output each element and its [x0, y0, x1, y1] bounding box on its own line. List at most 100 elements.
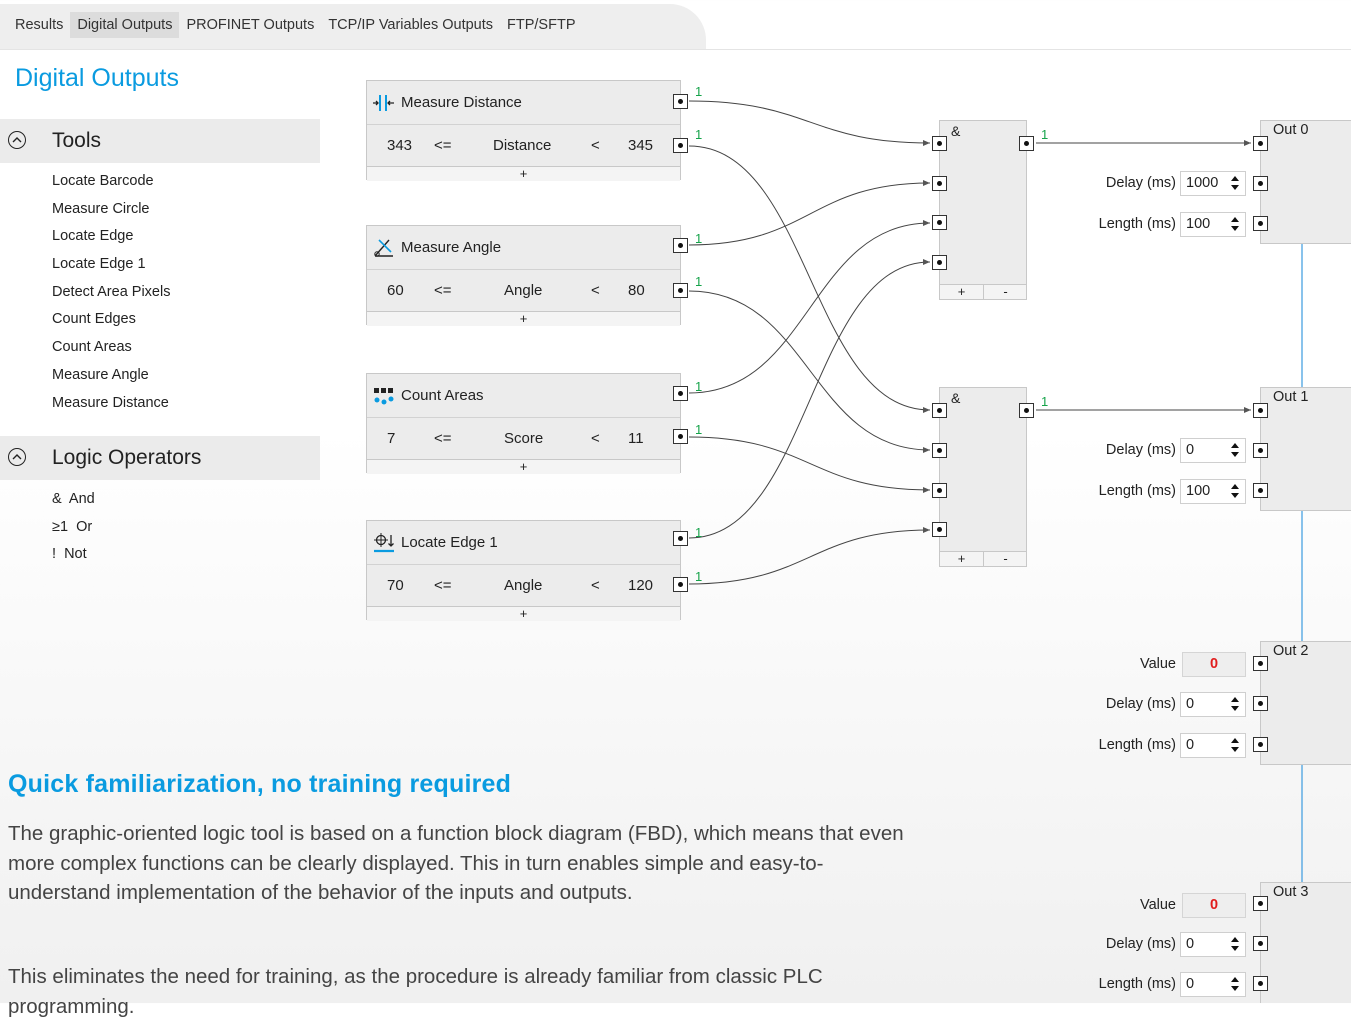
output-port[interactable]: [673, 138, 688, 153]
input-port[interactable]: [1253, 136, 1268, 151]
add-condition-button[interactable]: +: [367, 459, 680, 474]
delay-stepper[interactable]: 0: [1180, 932, 1246, 957]
output-block-out3[interactable]: Out 3: [1260, 882, 1351, 1003]
delay-stepper[interactable]: 1000: [1180, 171, 1246, 196]
delay-port[interactable]: [1253, 176, 1268, 191]
delay-value[interactable]: 0: [1186, 696, 1194, 712]
delay-port[interactable]: [1253, 936, 1268, 951]
condition-parameter[interactable]: Distance: [493, 137, 551, 154]
tool-block-title: Count Areas: [367, 374, 680, 418]
tool-block-measure-distance[interactable]: Measure Distance 343 <= Distance < 345 +: [366, 80, 681, 181]
length-port[interactable]: [1253, 976, 1268, 991]
stepper-arrows-icon[interactable]: [1230, 175, 1240, 191]
value-label: Value: [1139, 897, 1176, 913]
input-port[interactable]: [932, 215, 947, 230]
stepper-arrows-icon[interactable]: [1230, 216, 1240, 232]
condition-max[interactable]: 345: [628, 137, 653, 154]
output-block-out1[interactable]: Out 1: [1260, 387, 1351, 511]
add-input-button[interactable]: +: [940, 284, 983, 299]
stepper-arrows-icon[interactable]: [1230, 696, 1240, 712]
output-port[interactable]: [673, 577, 688, 592]
stepper-arrows-icon[interactable]: [1230, 936, 1240, 952]
length-stepper[interactable]: 100: [1180, 212, 1246, 237]
delay-label: Delay (ms): [1105, 442, 1176, 458]
length-port[interactable]: [1253, 737, 1268, 752]
add-condition-button[interactable]: +: [367, 311, 680, 326]
condition-max[interactable]: 80: [628, 282, 645, 299]
add-input-button[interactable]: +: [940, 551, 983, 566]
add-condition-button[interactable]: +: [367, 166, 680, 181]
input-port[interactable]: [932, 403, 947, 418]
output-block-out2[interactable]: Out 2: [1260, 641, 1351, 765]
stepper-arrows-icon[interactable]: [1230, 483, 1240, 499]
length-value[interactable]: 100: [1186, 483, 1210, 499]
input-port[interactable]: [932, 522, 947, 537]
condition-row[interactable]: 343 <= Distance < 345: [367, 126, 680, 166]
delay-value[interactable]: 1000: [1186, 175, 1218, 191]
output-port[interactable]: [673, 386, 688, 401]
input-port[interactable]: [932, 443, 947, 458]
output-block-out0[interactable]: Out 0: [1260, 120, 1351, 244]
output-port[interactable]: [673, 283, 688, 298]
add-condition-button[interactable]: +: [367, 606, 680, 621]
value-port[interactable]: [1253, 896, 1268, 911]
output-port[interactable]: [673, 531, 688, 546]
output-port[interactable]: [673, 238, 688, 253]
length-value[interactable]: 0: [1186, 737, 1194, 753]
stepper-arrows-icon[interactable]: [1230, 737, 1240, 753]
tool-block-title: Locate Edge 1: [367, 521, 680, 565]
condition-parameter[interactable]: Angle: [504, 577, 542, 594]
stepper-arrows-icon[interactable]: [1230, 442, 1240, 458]
and-gate-1[interactable]: & + -: [939, 120, 1027, 300]
condition-row[interactable]: 70 <= Angle < 120: [367, 566, 680, 606]
condition-min[interactable]: 60: [387, 282, 404, 299]
input-port[interactable]: [1253, 403, 1268, 418]
output-port[interactable]: [673, 429, 688, 444]
condition-max[interactable]: 120: [628, 577, 653, 594]
condition-operator: <: [591, 577, 600, 594]
delay-label: Delay (ms): [1105, 696, 1176, 712]
signal-value: 1: [695, 231, 703, 246]
condition-row[interactable]: 7 <= Score < 11: [367, 419, 680, 459]
output-name: Out 0: [1273, 122, 1309, 138]
remove-input-button[interactable]: -: [983, 551, 1027, 566]
condition-parameter[interactable]: Score: [504, 430, 543, 447]
condition-min[interactable]: 70: [387, 577, 404, 594]
tool-block-locate-edge-1[interactable]: Locate Edge 1 70 <= Angle < 120 +: [366, 520, 681, 621]
tool-block-name: Locate Edge 1: [401, 534, 498, 551]
condition-max[interactable]: 11: [628, 430, 644, 447]
length-stepper[interactable]: 100: [1180, 479, 1246, 504]
length-value[interactable]: 0: [1186, 976, 1194, 992]
delay-value[interactable]: 0: [1186, 442, 1194, 458]
stepper-arrows-icon[interactable]: [1230, 976, 1240, 992]
length-port[interactable]: [1253, 483, 1268, 498]
input-port[interactable]: [932, 255, 947, 270]
length-stepper[interactable]: 0: [1180, 733, 1246, 758]
length-value[interactable]: 100: [1186, 216, 1210, 232]
delay-port[interactable]: [1253, 443, 1268, 458]
and-gate-2[interactable]: & + -: [939, 387, 1027, 567]
delay-stepper[interactable]: 0: [1180, 692, 1246, 717]
input-port[interactable]: [932, 483, 947, 498]
length-stepper[interactable]: 0: [1180, 972, 1246, 997]
output-port[interactable]: [673, 94, 688, 109]
tool-block-count-areas[interactable]: Count Areas 7 <= Score < 11 +: [366, 373, 681, 474]
condition-operator: <=: [434, 577, 452, 594]
input-port[interactable]: [932, 176, 947, 191]
condition-min[interactable]: 343: [387, 137, 412, 154]
condition-parameter[interactable]: Angle: [504, 282, 542, 299]
condition-row[interactable]: 60 <= Angle < 80: [367, 271, 680, 311]
condition-min[interactable]: 7: [387, 430, 395, 447]
input-port[interactable]: [932, 136, 947, 151]
output-port[interactable]: [1019, 403, 1034, 418]
delay-label: Delay (ms): [1105, 175, 1176, 191]
remove-input-button[interactable]: -: [983, 284, 1027, 299]
signal-value: 1: [695, 379, 703, 394]
output-port[interactable]: [1019, 136, 1034, 151]
tool-block-measure-angle[interactable]: Measure Angle 60 <= Angle < 80 +: [366, 225, 681, 326]
length-port[interactable]: [1253, 216, 1268, 231]
delay-value[interactable]: 0: [1186, 936, 1194, 952]
delay-port[interactable]: [1253, 696, 1268, 711]
delay-stepper[interactable]: 0: [1180, 438, 1246, 463]
value-port[interactable]: [1253, 656, 1268, 671]
